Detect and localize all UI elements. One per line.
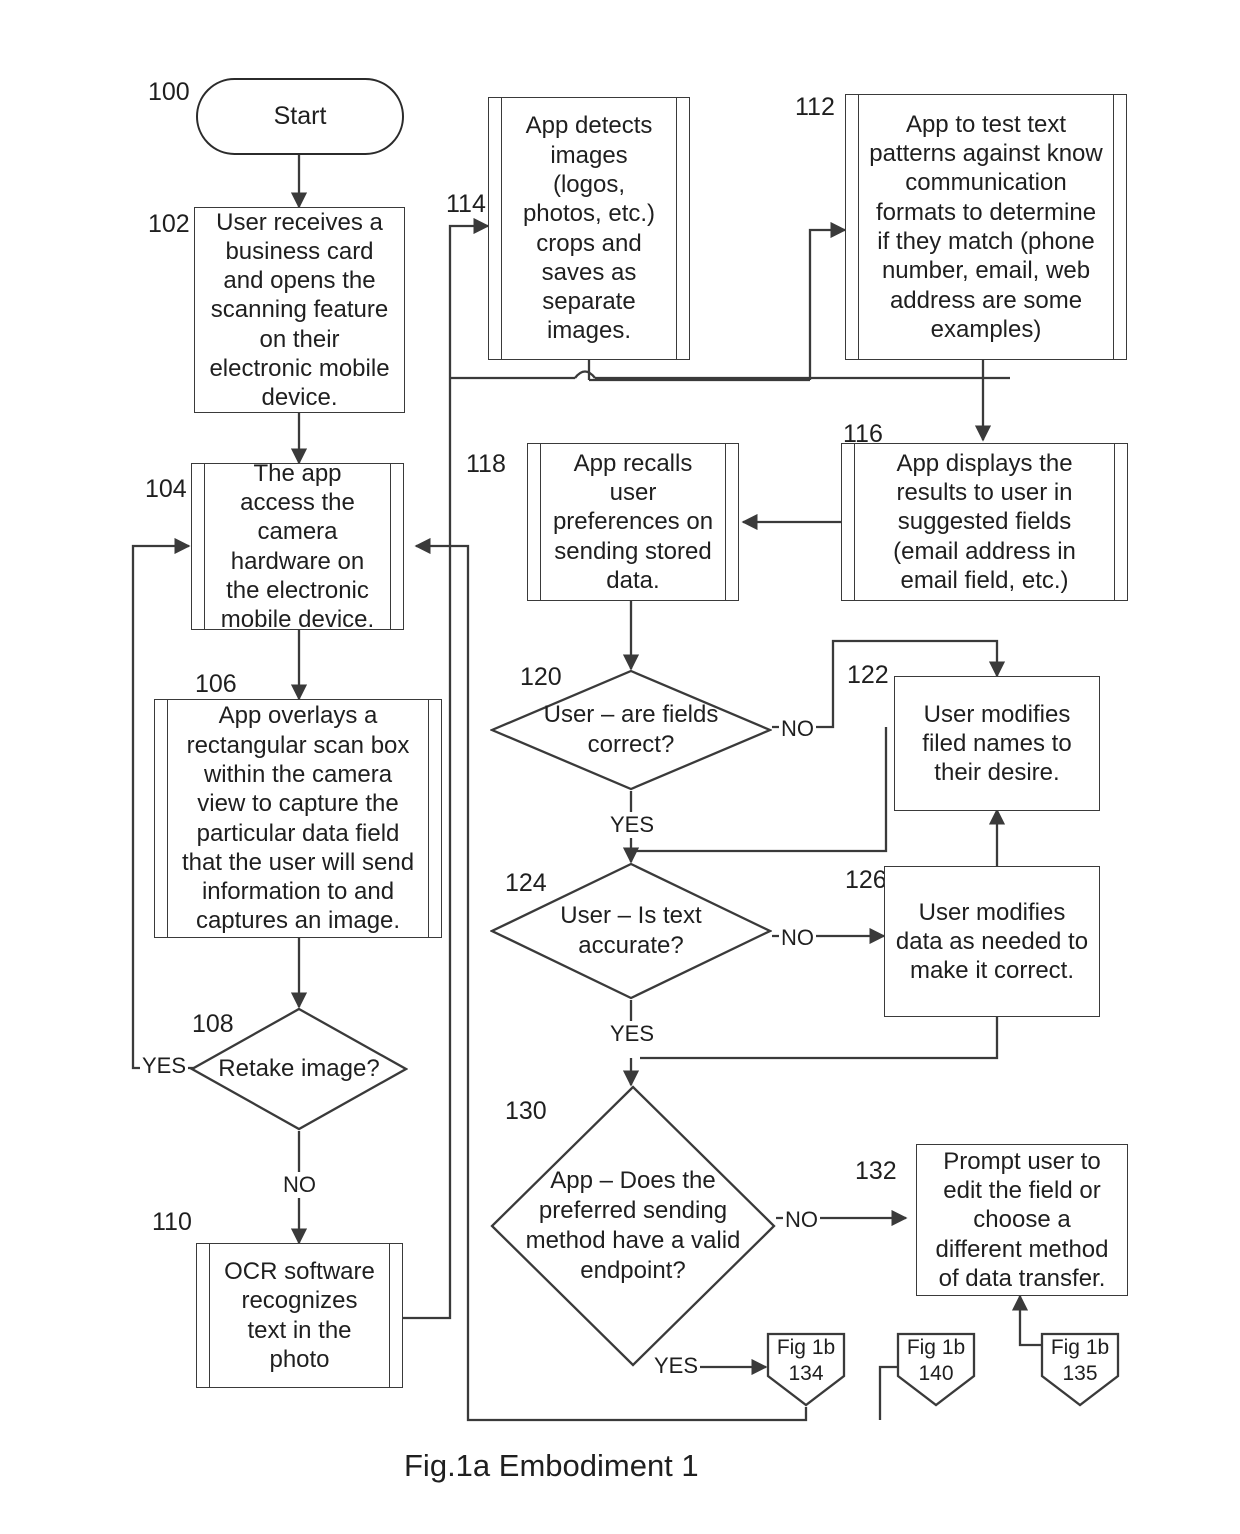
node-116-display-results: App displays the results to user in sugg…: [841, 443, 1128, 601]
node-122-label: User modifies filed names to their desir…: [922, 700, 1072, 787]
node-124-label: User – Is text accurate?: [560, 902, 702, 959]
numeral-100: 100: [148, 78, 190, 106]
offpage-connector-134[interactable]: Fig 1b 134: [766, 1332, 846, 1407]
node-104-label: The app access the camera hardware on th…: [220, 459, 375, 634]
node-106-label: App overlays a rectangular scan box with…: [181, 702, 415, 935]
node-124-text-accurate-decision: User – Is text accurate?: [490, 862, 772, 1000]
node-110-ocr-software: OCR software recognizes text in the phot…: [196, 1243, 403, 1388]
offpage-135-number: 135: [1062, 1362, 1098, 1385]
node-110-label: OCR software recognizes text in the phot…: [224, 1257, 375, 1373]
numeral-122: 122: [847, 661, 889, 689]
node-102-user-receives-card: User receives a business card and opens …: [194, 207, 405, 413]
node-130-valid-endpoint-decision: App – Does the preferred sending method …: [490, 1085, 776, 1367]
offpage-135-label: Fig 1b: [1050, 1336, 1110, 1359]
node-112-test-text-patterns: App to test text patterns against know c…: [845, 94, 1127, 360]
numeral-112: 112: [795, 93, 835, 121]
numeral-110: 110: [152, 1208, 192, 1236]
edge-label-text-no: NO: [779, 925, 816, 951]
node-start-label: Start: [273, 102, 327, 130]
edge-label-endpoint-no: NO: [783, 1207, 820, 1233]
numeral-106: 106: [195, 670, 237, 698]
numeral-118: 118: [466, 450, 506, 478]
node-start: Start: [196, 78, 404, 155]
edge-label-fields-yes: YES: [608, 812, 657, 838]
node-130-label: App – Does the preferred sending method …: [525, 1167, 741, 1284]
node-118-label: App recalls user preferences on sending …: [552, 449, 714, 594]
edge-label-text-yes: YES: [608, 1021, 657, 1047]
node-108-label: Retake image?: [218, 1055, 380, 1082]
node-122-modify-field-names: User modifies filed names to their desir…: [894, 676, 1100, 811]
offpage-140-number: 140: [918, 1362, 954, 1385]
offpage-connector-140[interactable]: Fig 1b 140: [896, 1332, 976, 1407]
numeral-104: 104: [145, 475, 187, 503]
node-132-prompt-user-edit: Prompt user to edit the field or choose …: [916, 1144, 1128, 1296]
node-132-label: Prompt user to edit the field or choose …: [935, 1147, 1109, 1292]
node-114-detect-images: App detects images (logos, photos, etc.)…: [488, 97, 690, 360]
edge-label-retake-yes: YES: [140, 1053, 189, 1079]
node-102-label: User receives a business card and opens …: [209, 208, 390, 412]
offpage-connector-135[interactable]: Fig 1b 135: [1040, 1332, 1120, 1407]
offpage-140-label: Fig 1b: [906, 1336, 966, 1359]
node-104-app-access-camera: The app access the camera hardware on th…: [191, 460, 404, 633]
node-120-fields-correct-decision: User – are fields correct?: [490, 669, 772, 791]
figure-caption: Fig.1a Embodiment 1: [404, 1448, 699, 1483]
figure-canvas: 100 Start 102 User receives a business c…: [0, 0, 1240, 1534]
edge-label-retake-no: NO: [281, 1172, 318, 1198]
node-114-label: App detects images (logos, photos, etc.)…: [522, 112, 656, 345]
offpage-134-number: 134: [788, 1362, 824, 1385]
node-116-label: App displays the results to user in sugg…: [893, 449, 1076, 594]
node-120-label: User – are fields correct?: [543, 701, 719, 758]
numeral-102: 102: [148, 210, 190, 238]
numeral-114: 114: [446, 190, 486, 218]
node-118-recall-preferences: App recalls user preferences on sending …: [527, 443, 739, 601]
numeral-132: 132: [855, 1157, 897, 1185]
edge-label-fields-no: NO: [779, 716, 816, 742]
node-126-modify-data: User modifies data as needed to make it …: [884, 866, 1100, 1017]
node-108-retake-image-decision: Retake image?: [190, 1007, 408, 1131]
node-126-label: User modifies data as needed to make it …: [895, 898, 1089, 985]
node-106-overlay-scan-box: App overlays a rectangular scan box with…: [154, 699, 442, 938]
offpage-134-label: Fig 1b: [776, 1336, 836, 1359]
edge-label-endpoint-yes: YES: [652, 1353, 701, 1379]
node-112-label: App to test text patterns against know c…: [869, 110, 1103, 343]
numeral-126: 126: [845, 866, 887, 894]
